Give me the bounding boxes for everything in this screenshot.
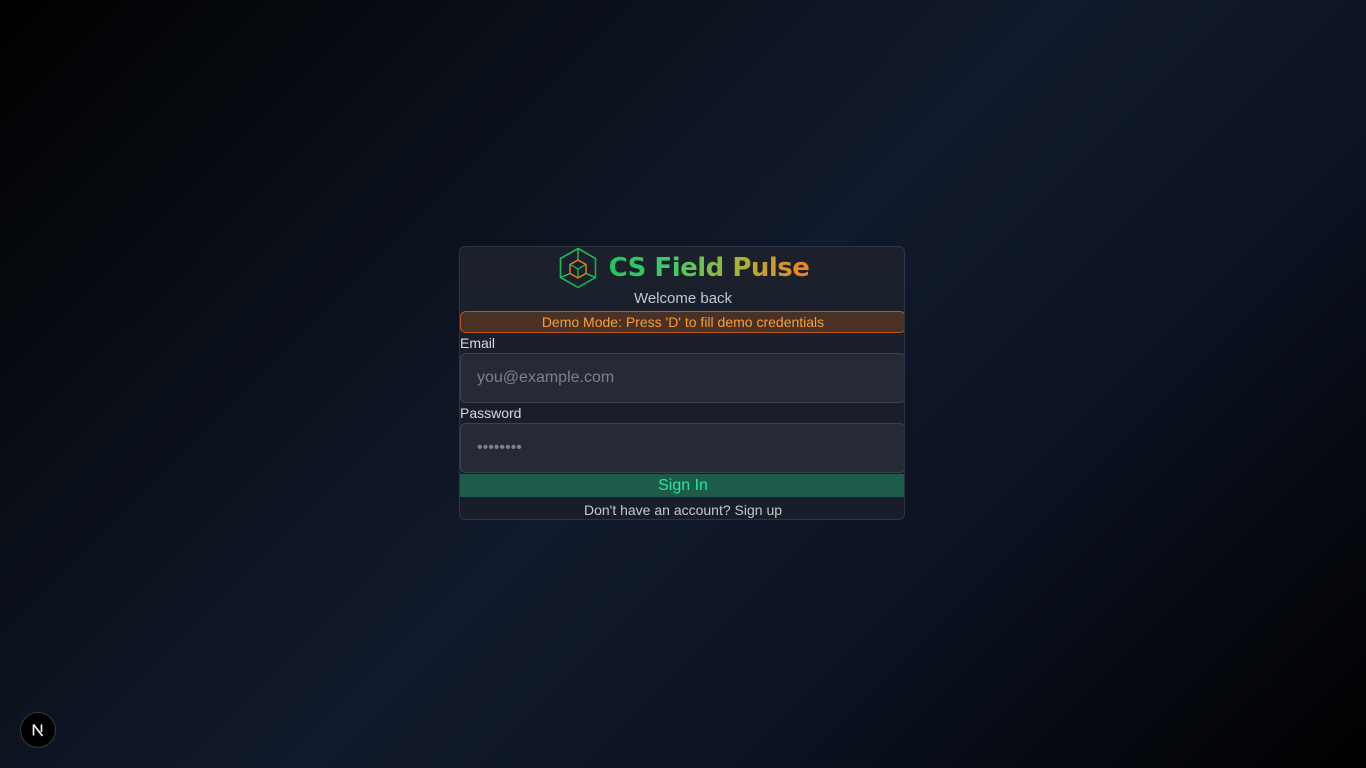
password-label: Password xyxy=(460,405,522,421)
signup-prompt: Don't have an account? xyxy=(583,502,735,518)
email-field[interactable] xyxy=(460,353,904,403)
welcome-subtitle: Welcome back xyxy=(633,290,733,307)
signup-row: Don't have an account? Sign up xyxy=(460,502,904,518)
app-title: CS Field Pulse xyxy=(608,253,810,283)
demo-mode-banner: Demo Mode: Press 'D' to fill demo creden… xyxy=(460,311,904,333)
nextjs-dev-badge[interactable] xyxy=(20,712,56,748)
hexagon-cube-logo-icon xyxy=(559,247,596,289)
password-field[interactable] xyxy=(460,423,904,473)
nextjs-badge-icon xyxy=(32,724,44,737)
login-card: CS Field Pulse Welcome back Demo Mode: P… xyxy=(459,246,905,520)
sign-in-button[interactable]: Sign In xyxy=(460,474,904,497)
brand-header: CS Field Pulse xyxy=(460,247,904,289)
sign-up-link[interactable]: Sign up xyxy=(735,502,782,518)
email-label: Email xyxy=(460,335,496,351)
